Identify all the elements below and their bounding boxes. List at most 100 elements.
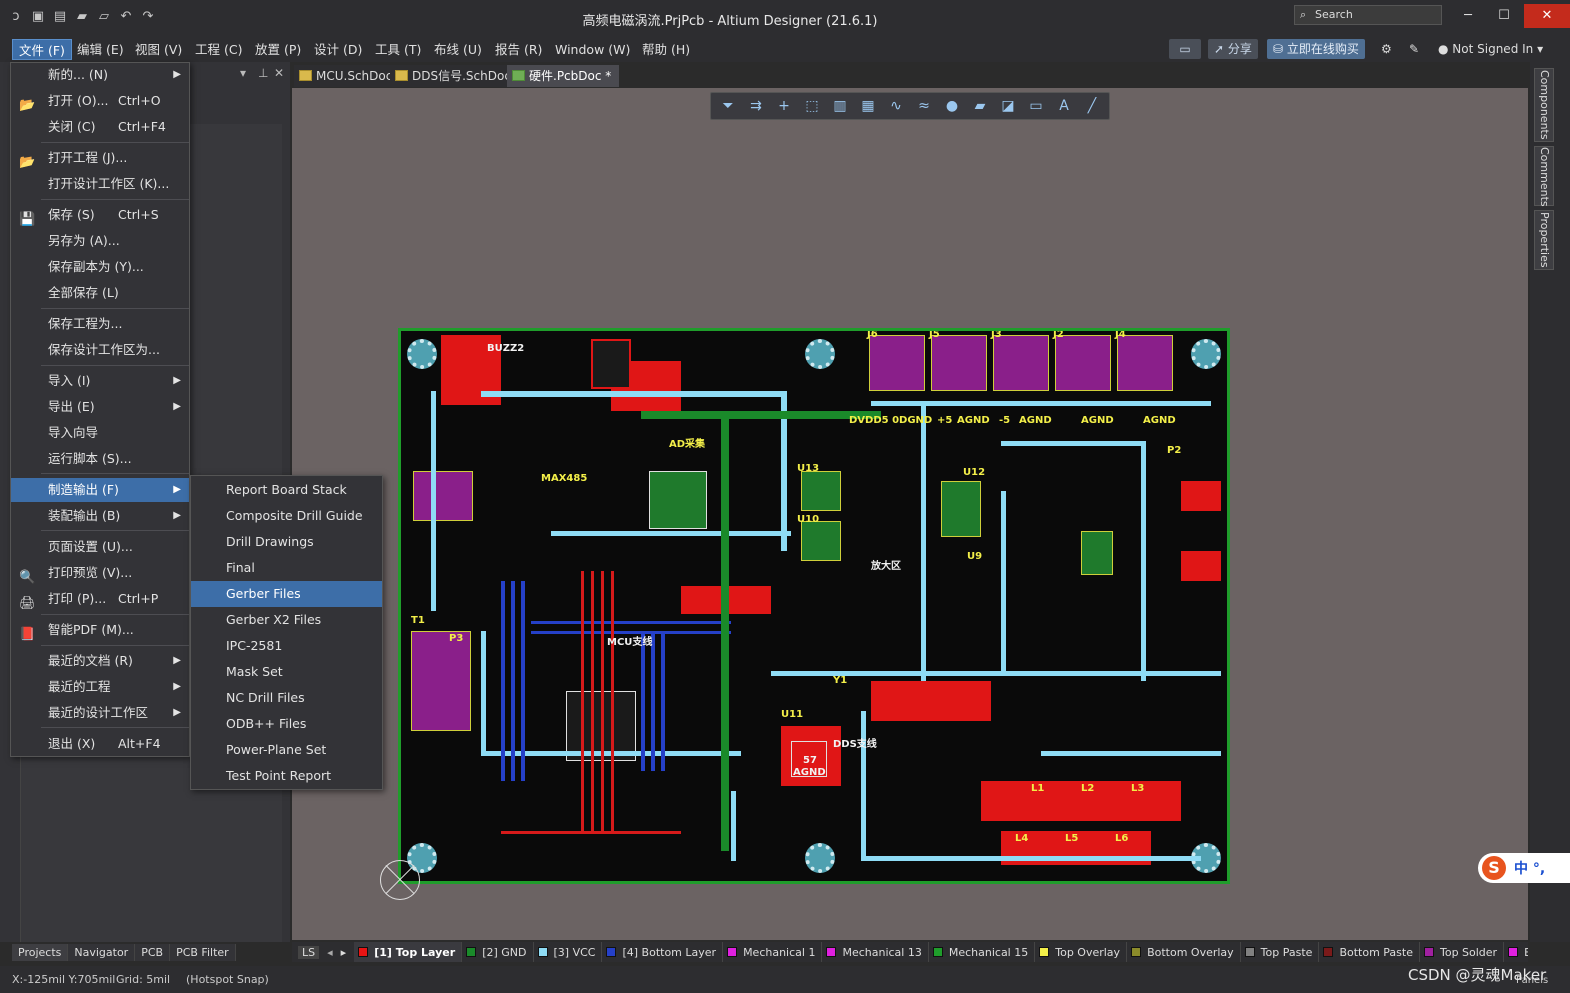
file-menu-item[interactable]: 导出 (E) ▶ [11,395,189,419]
file-menu-item[interactable]: 导入 (I) ▶ [11,369,189,393]
file-menu-item[interactable]: 导入向导 [11,421,189,445]
menu-design[interactable]: 设计 (D) [308,39,368,60]
filter-icon[interactable]: ⏷ [715,95,741,117]
submenu-item[interactable]: Test Point Report [191,763,382,789]
file-menu-item[interactable]: 新的... (N) ▶ [11,63,189,87]
tab-dds-schdoc[interactable]: DDS信号.SchDoc [390,65,519,87]
submenu-item[interactable]: Composite Drill Guide [191,503,382,529]
menu-route[interactable]: 布线 (U) [428,39,488,60]
fill-icon[interactable]: ▰ [967,95,993,117]
panel-pin-icon[interactable]: ⊥ [258,66,268,80]
component-icon[interactable]: ▦ [855,95,881,117]
settings-gear-icon[interactable]: ⚙ [1381,39,1392,59]
crosshair-icon[interactable]: + [771,95,797,117]
file-menu-item[interactable]: 📂 打开 (O)... Ctrl+O [11,89,189,113]
buy-online-button[interactable]: ⛁ 立即在线购买 [1267,39,1365,59]
submenu-item[interactable]: Final [191,555,382,581]
layer-tab[interactable]: Top Paste [1241,942,1320,962]
ime-mode[interactable]: 中 °, [1514,858,1545,878]
panel-dropdown-icon[interactable]: ▾ [240,66,246,80]
file-menu-item[interactable]: 🔍 打印预览 (V)... [11,561,189,585]
layer-tab[interactable]: [3] VCC [534,942,603,962]
minimize-button[interactable]: ─ [1448,4,1488,28]
polygon-icon[interactable]: ◪ [995,95,1021,117]
tab-pcbdoc[interactable]: 硬件.PcbDoc * [507,65,620,87]
submenu-item[interactable]: Report Board Stack [191,477,382,503]
layer-tab[interactable]: Mechanical 15 [929,942,1036,962]
file-menu-item[interactable]: 保存副本为 (Y)... [11,255,189,279]
tab-navigator[interactable]: Navigator [68,944,136,961]
layer-tab[interactable]: Top Overlay [1035,942,1128,962]
select-rect-icon[interactable]: ⬚ [799,95,825,117]
file-menu-item[interactable]: 全部保存 (L) [11,281,189,305]
via-icon[interactable]: ● [939,95,965,117]
layer-tab[interactable]: Bo [1504,942,1528,962]
text-icon[interactable]: A [1051,95,1077,117]
menu-reports[interactable]: 报告 (R) [489,39,548,60]
layer-set-button[interactable]: LS [298,945,320,959]
tab-pcb-filter[interactable]: PCB Filter [170,944,236,961]
tab-mcu-schdoc[interactable]: MCU.SchDoc [294,65,401,87]
file-menu-item[interactable]: 关闭 (C) Ctrl+F4 [11,115,189,139]
file-menu-item[interactable]: 🖨 打印 (P)... Ctrl+P [11,587,189,611]
layer-tab[interactable]: [4] Bottom Layer [602,942,724,962]
menu-project[interactable]: 工程 (C) [189,39,248,60]
panel-close-icon[interactable]: ✕ [274,66,284,80]
align-icon[interactable]: ▥ [827,95,853,117]
submenu-item[interactable]: Drill Drawings [191,529,382,555]
user-account[interactable]: ● Not Signed In ▾ [1438,39,1543,59]
file-menu-item[interactable]: 退出 (X) Alt+F4 [11,732,189,756]
track-icon[interactable]: ∿ [883,95,909,117]
share-button[interactable]: ➚ 分享 [1208,39,1258,59]
menu-window[interactable]: Window (W) [549,39,636,60]
maximize-button[interactable]: ☐ [1484,4,1524,28]
tab-comments[interactable]: Comments [1534,146,1554,207]
file-menu-item[interactable]: 页面设置 (U)... [11,535,189,559]
submenu-item[interactable]: IPC-2581 [191,633,382,659]
layer-tab[interactable]: Bottom Paste [1319,942,1420,962]
diff-pair-icon[interactable]: ≈ [911,95,937,117]
file-menu-item[interactable]: 保存工程为... [11,312,189,336]
menu-file[interactable]: 文件 (F) [12,39,72,60]
file-menu-item[interactable]: 制造输出 (F) ▶ [11,478,189,502]
submenu-item[interactable]: Gerber X2 Files [191,607,382,633]
layer-tab[interactable]: Mechanical 1 [723,942,823,962]
layer-tab[interactable]: [2] GND [462,942,534,962]
file-menu-item[interactable]: 打开设计工作区 (K)... [11,172,189,196]
file-menu-item[interactable]: 最近的文档 (R) ▶ [11,649,189,673]
submenu-item[interactable]: Gerber Files [191,581,382,607]
layer-scroll-left-icon[interactable]: ◂ [323,946,337,959]
layer-tab[interactable]: Top Solder [1420,942,1505,962]
ime-toolbar[interactable]: S 中 °, [1478,853,1570,883]
tab-components[interactable]: Components [1534,68,1554,142]
file-menu-item[interactable]: 保存设计工作区为... [11,338,189,362]
file-menu-item[interactable]: 📕 智能PDF (M)... [11,618,189,642]
route-interactive-icon[interactable]: ⇉ [743,95,769,117]
submenu-item[interactable]: Mask Set [191,659,382,685]
layer-tab[interactable]: Bottom Overlay [1127,942,1241,962]
layer-tab[interactable]: Mechanical 13 [822,942,929,962]
submenu-item[interactable]: NC Drill Files [191,685,382,711]
menu-edit[interactable]: 编辑 (E) [71,39,130,60]
layer-tab[interactable]: [1] Top Layer [354,942,463,962]
close-button[interactable]: ✕ [1524,4,1570,28]
menu-view[interactable]: 视图 (V) [129,39,188,60]
feedback-button[interactable]: ▭ [1169,39,1201,59]
menu-tools[interactable]: 工具 (T) [369,39,427,60]
file-menu-item[interactable]: 装配输出 (B) ▶ [11,504,189,528]
menu-place[interactable]: 放置 (P) [249,39,307,60]
tab-pcb[interactable]: PCB [135,944,171,961]
tab-projects[interactable]: Projects [12,944,69,961]
submenu-item[interactable]: Power-Plane Set [191,737,382,763]
line-icon[interactable]: ╱ [1079,95,1105,117]
file-menu-item[interactable]: 📂 打开工程 (J)... [11,146,189,170]
file-menu-item[interactable]: 运行脚本 (S)... [11,447,189,471]
dimension-icon[interactable]: ▭ [1023,95,1049,117]
notifications-icon[interactable]: ✎ [1409,39,1419,59]
file-menu-item[interactable]: 最近的设计工作区 ▶ [11,701,189,725]
file-menu-item[interactable]: 另存为 (A)... [11,229,189,253]
search-input[interactable]: ⌕ Search [1294,5,1442,25]
submenu-item[interactable]: ODB++ Files [191,711,382,737]
pcb-canvas[interactable]: ⏷ ⇉ + ⬚ ▥ ▦ ∿ ≈ ● ▰ ◪ ▭ A ╱ J6 J5 J3 J2 … [292,88,1528,940]
tab-properties[interactable]: Properties [1534,210,1554,270]
